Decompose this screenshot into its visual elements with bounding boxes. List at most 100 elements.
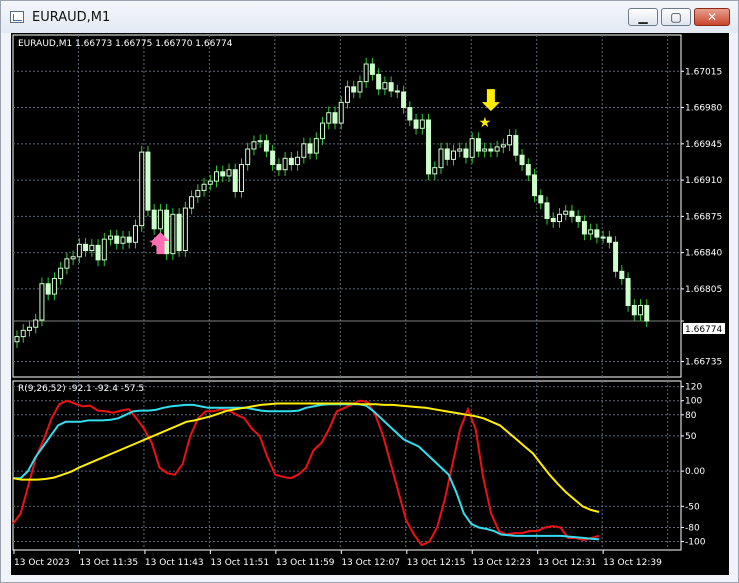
time-axis-label: 13 Oct 12:15 — [407, 558, 466, 568]
candle-body — [482, 148, 488, 152]
candle-body — [114, 235, 120, 244]
time-axis-label: 13 Oct 12:07 — [341, 558, 400, 568]
candle-body — [544, 202, 550, 219]
candle-body — [83, 243, 89, 252]
chart-window-icon — [10, 11, 24, 23]
candle-body — [195, 189, 201, 198]
candle-body — [276, 164, 282, 171]
candle-body — [120, 236, 126, 244]
candle-body — [189, 196, 195, 209]
candle-body — [463, 148, 469, 158]
price-axis-label: 1.67015 — [685, 67, 722, 77]
candle-body — [619, 270, 625, 280]
candle-body — [625, 278, 631, 306]
candle-body — [519, 154, 525, 166]
time-axis[interactable]: 13 Oct 2023 13 Oct 11:35 13 Oct 11:43 13 Oc… — [13, 550, 662, 568]
indicator-line-cyan — [13, 403, 600, 541]
candle-body — [569, 210, 575, 217]
candle-body — [550, 217, 556, 223]
indicator-axis-label: 0.00 — [685, 467, 705, 477]
candle-body — [301, 143, 307, 158]
candle-body — [145, 151, 151, 211]
candle-body — [101, 238, 107, 261]
minimize-button[interactable]: ▁ — [628, 8, 658, 26]
candle-body — [344, 86, 350, 103]
maximize-button[interactable]: ▢ — [661, 8, 691, 26]
candle-body — [251, 141, 257, 150]
candle-body — [58, 267, 64, 280]
chart-area[interactable]: ★ ★ 1.67015 1.66980 1.66945 1.66910 1.66875 1.… — [11, 33, 729, 575]
candle-body — [613, 241, 619, 272]
indicator-axis-label: -50 — [685, 502, 700, 512]
candle-body — [108, 235, 114, 240]
candle-body — [20, 329, 26, 338]
candle-body — [357, 81, 363, 93]
candle-body — [575, 215, 581, 223]
candle-body — [320, 122, 326, 140]
candle-body — [394, 90, 400, 93]
price-axis-label: 1.66875 — [685, 212, 722, 222]
candle-body — [164, 209, 170, 255]
chart-header-label: EURAUD,M1 1.66773 1.66775 1.66770 1.6677… — [18, 39, 233, 49]
candle-body — [388, 82, 394, 92]
candle-body — [226, 169, 232, 177]
candle-body — [39, 283, 45, 321]
candle-body — [401, 91, 407, 109]
indicator-header-label: R(9,26,52) -92.1 -92.4 -57.5 — [18, 384, 144, 394]
candle-body — [606, 236, 612, 243]
current-price-label: 1.66774 — [685, 325, 722, 335]
candle-body — [76, 243, 82, 258]
candle-body — [500, 144, 506, 148]
candle-body — [51, 278, 57, 295]
candle-body — [556, 213, 562, 223]
time-axis-label: 13 Oct 11:59 — [276, 558, 335, 568]
indicator-axis-label: -100 — [685, 538, 706, 548]
candle-body — [475, 138, 481, 152]
indicator-axis[interactable]: 120 100 80 50 0.00 -50 -80 -100 — [681, 383, 706, 548]
title-bar[interactable]: EURAUD,M1 ▁ ▢ ✕ — [1, 1, 738, 33]
candle-body — [295, 156, 301, 166]
candle-body — [532, 174, 538, 197]
chart-canvas[interactable]: ★★ 1.670151.669801.669451.669101.668751.… — [11, 33, 729, 575]
time-axis-label: 13 Oct 2023 — [14, 558, 70, 568]
candle-body — [600, 236, 606, 239]
candle-body — [282, 157, 288, 171]
candle-body — [151, 209, 157, 230]
candle-body — [214, 171, 220, 182]
candle-body — [525, 164, 531, 176]
indicator-lines — [12, 399, 600, 547]
candle-body — [170, 213, 176, 255]
candle-body — [220, 171, 226, 177]
price-axis-label: 1.66945 — [685, 140, 722, 150]
candle-body — [313, 138, 319, 154]
sell-star-icon: ★ — [479, 115, 492, 131]
candle-body — [413, 119, 419, 129]
candle-body — [351, 86, 357, 93]
time-axis-label: 13 Oct 11:35 — [79, 558, 138, 568]
indicator-axis-label: 80 — [685, 411, 697, 421]
candle-body — [507, 135, 513, 146]
candle-body — [376, 73, 382, 90]
candle-body — [182, 207, 188, 252]
candle-body — [263, 140, 269, 152]
candle-body — [538, 195, 544, 204]
candle-body — [326, 112, 332, 124]
indicator-axis-label: 120 — [685, 383, 702, 393]
candle-body — [588, 229, 594, 235]
time-axis-label: 13 Oct 11:51 — [210, 558, 269, 568]
candle-body — [438, 148, 444, 169]
close-button[interactable]: ✕ — [694, 8, 730, 26]
time-axis-label: 13 Oct 12:23 — [472, 558, 531, 568]
candle-body — [426, 119, 432, 175]
candle-body — [207, 180, 213, 185]
price-axis[interactable]: 1.67015 1.66980 1.66945 1.66910 1.66875 1.668… — [681, 67, 722, 367]
indicator-line-red — [12, 399, 600, 547]
price-axis-label: 1.66980 — [685, 104, 722, 114]
candle-body — [126, 236, 132, 243]
candle-body — [14, 336, 20, 343]
candle-body — [132, 225, 138, 243]
candle-body — [494, 146, 500, 152]
candle-body — [26, 326, 32, 331]
time-axis-label: 13 Oct 12:31 — [538, 558, 597, 568]
candles — [14, 57, 650, 348]
